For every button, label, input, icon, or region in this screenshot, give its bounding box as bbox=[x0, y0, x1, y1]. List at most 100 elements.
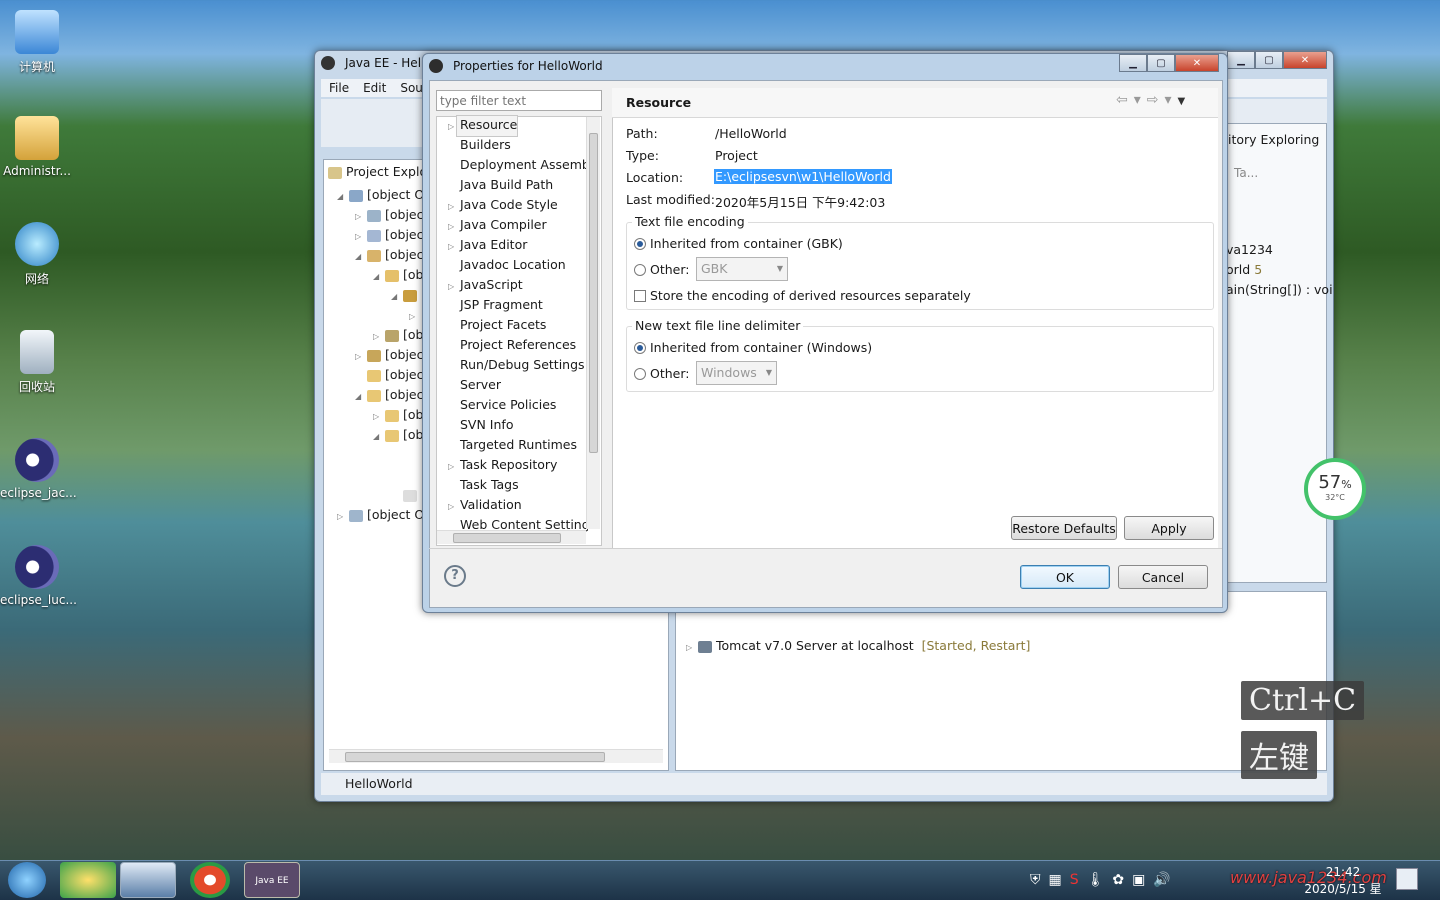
help-icon[interactable]: ? bbox=[444, 565, 466, 587]
sogou-icon[interactable]: S bbox=[1070, 872, 1079, 888]
ok-button[interactable]: OK bbox=[1020, 565, 1110, 589]
desktop-icon-network[interactable]: 网络 bbox=[0, 222, 74, 287]
thermometer-icon[interactable]: 🌡 bbox=[1087, 872, 1105, 888]
desktop-icon-admin[interactable]: Administr... bbox=[0, 116, 74, 178]
cancel-button[interactable]: Cancel bbox=[1118, 565, 1208, 589]
tab-project-explorer[interactable]: Project Explo bbox=[328, 164, 427, 179]
category-javadoc-location[interactable]: Javadoc Location bbox=[448, 255, 588, 275]
encoding-group-title: Text file encoding bbox=[632, 214, 748, 229]
maximize-icon[interactable]: ▢ bbox=[1255, 51, 1283, 69]
menu-source[interactable]: Sou bbox=[400, 79, 423, 97]
properties-icon bbox=[429, 59, 443, 73]
category-server[interactable]: Server bbox=[448, 375, 588, 395]
location-value[interactable]: E:\eclipsesvn\w1\HelloWorld bbox=[714, 169, 892, 184]
store-derived-checkbox[interactable] bbox=[634, 290, 646, 302]
tree-item[interactable]: ▷ bbox=[409, 305, 421, 325]
right-side-pane: itory Exploring Ta... va1234 orld 5 ain(… bbox=[1225, 123, 1333, 583]
start-button-icon[interactable] bbox=[8, 862, 46, 898]
scrollbar-thumb[interactable] bbox=[589, 133, 598, 453]
menu-edit[interactable]: Edit bbox=[363, 79, 386, 97]
filter-input[interactable] bbox=[436, 90, 602, 111]
desktop-icon-label: eclipse_jac... bbox=[0, 486, 77, 500]
scrollbar-thumb[interactable] bbox=[345, 752, 605, 762]
tab-svn-repository[interactable]: itory Exploring bbox=[1228, 132, 1319, 147]
type-label: Type: bbox=[626, 148, 659, 163]
category-jsp-fragment[interactable]: JSP Fragment bbox=[448, 295, 588, 315]
minimize-icon[interactable]: ▁ bbox=[1227, 51, 1255, 69]
shield-icon[interactable]: ⛨ bbox=[1030, 872, 1041, 888]
settings-icon[interactable]: ✿ bbox=[1112, 872, 1124, 888]
category-java-editor[interactable]: ▷ Java Editor bbox=[448, 235, 588, 255]
dialog-minimize-icon[interactable]: ▁ bbox=[1119, 54, 1147, 72]
encoding-other-radio[interactable] bbox=[634, 264, 646, 276]
category-javascript[interactable]: ▷ JavaScript bbox=[448, 275, 588, 295]
notification-icon[interactable] bbox=[1396, 868, 1418, 890]
java-ee-taskbar-icon[interactable]: Java EE bbox=[244, 862, 300, 898]
category-java-build-path[interactable]: Java Build Path bbox=[448, 175, 588, 195]
scrollbar-thumb[interactable] bbox=[453, 533, 561, 543]
taskbar-app-icon[interactable] bbox=[120, 862, 176, 898]
category-java-code-style[interactable]: ▷ Java Code Style bbox=[448, 195, 588, 215]
delimiter-other-select[interactable]: Windows ▼ bbox=[696, 361, 777, 385]
category-resource[interactable]: ▷ Resource bbox=[448, 115, 588, 135]
explorer-horizontal-scrollbar[interactable] bbox=[329, 749, 663, 763]
nav-arrows[interactable]: ⇦▾⇨▾▼ bbox=[1116, 92, 1191, 108]
category-horizontal-scrollbar[interactable] bbox=[437, 530, 586, 544]
category-service-policies[interactable]: Service Policies bbox=[448, 395, 588, 415]
volume-icon[interactable]: 🔊 bbox=[1153, 872, 1170, 888]
category-builders[interactable]: Builders bbox=[448, 135, 588, 155]
dialog-maximize-icon[interactable]: ▢ bbox=[1147, 54, 1175, 72]
key-overlay-mouse: 左键 bbox=[1241, 731, 1317, 779]
desktop-icon-eclipse-jac[interactable]: eclipse_jac... bbox=[0, 438, 77, 500]
menu-file[interactable]: File bbox=[329, 79, 349, 97]
modified-value: 2020年5月15日 下午9:42:03 bbox=[715, 195, 886, 210]
outline-item[interactable]: ain(String[]) : voi bbox=[1226, 282, 1333, 297]
forward-arrow-icon[interactable]: ⇨▾ bbox=[1147, 92, 1178, 108]
network-tray-icon[interactable]: ▣ bbox=[1132, 872, 1145, 888]
tree-item[interactable]: ◢ bbox=[391, 285, 421, 305]
category-task-repository[interactable]: ▷ Task Repository bbox=[448, 455, 588, 475]
category-java-compiler[interactable]: ▷ Java Compiler bbox=[448, 215, 588, 235]
back-arrow-icon[interactable]: ⇦▾ bbox=[1116, 92, 1147, 108]
category-task-tags[interactable]: Task Tags bbox=[448, 475, 588, 495]
chrome-icon[interactable] bbox=[190, 862, 230, 898]
apply-button[interactable]: Apply bbox=[1124, 516, 1214, 540]
gpu-icon[interactable]: ▦ bbox=[1049, 872, 1062, 888]
desktop-icon-computer[interactable]: 计算机 bbox=[0, 10, 74, 75]
project-icon bbox=[349, 189, 363, 202]
outline-item[interactable]: va1234 bbox=[1226, 242, 1273, 257]
eclipse-icon bbox=[15, 545, 59, 589]
taskbar-app-icon[interactable] bbox=[60, 862, 116, 898]
encoding-inherited-radio[interactable] bbox=[634, 238, 646, 250]
location-label: Location: bbox=[626, 170, 684, 185]
clock[interactable]: 21:42 2020/5/15 星期五 bbox=[1300, 864, 1386, 900]
desktop-icon-recycle-bin[interactable]: 回收站 bbox=[0, 330, 74, 395]
encoding-other-select[interactable]: GBK ▼ bbox=[696, 257, 788, 281]
desktop-icon-eclipse-luc[interactable]: eclipse_luc... bbox=[0, 545, 77, 607]
memory-percent: 57 bbox=[1318, 472, 1342, 493]
close-icon[interactable]: ✕ bbox=[1283, 51, 1327, 69]
dialog-titlebar[interactable]: Properties for HelloWorld bbox=[423, 54, 1227, 78]
category-validation[interactable]: ▷ Validation bbox=[448, 495, 588, 515]
category-project-references[interactable]: Project References bbox=[448, 335, 588, 355]
tab-tasks[interactable]: Ta... bbox=[1234, 166, 1258, 180]
server-icon bbox=[698, 640, 712, 653]
folder-icon bbox=[367, 369, 381, 382]
category-svn-info[interactable]: SVN Info bbox=[448, 415, 588, 435]
memory-widget[interactable]: 57% 32°C bbox=[1304, 458, 1366, 520]
server-row[interactable]: ▷ Tomcat v7.0 Server at localhost [Starte… bbox=[686, 638, 1030, 653]
category-deployment-assembly[interactable]: Deployment Assembly bbox=[448, 155, 588, 175]
delimiter-other-label: Other: bbox=[650, 366, 690, 381]
category-project-facets[interactable]: Project Facets bbox=[448, 315, 588, 335]
type-value: Project bbox=[715, 148, 758, 163]
view-menu-icon[interactable]: ▼ bbox=[1178, 96, 1192, 107]
dialog-close-icon[interactable]: ✕ bbox=[1175, 54, 1219, 72]
category-run-debug-settings[interactable]: Run/Debug Settings bbox=[448, 355, 588, 375]
servers-pane: ▷ Tomcat v7.0 Server at localhost [Starte… bbox=[675, 591, 1327, 771]
delimiter-other-radio[interactable] bbox=[634, 368, 646, 380]
category-vertical-scrollbar[interactable] bbox=[586, 117, 600, 529]
category-targeted-runtimes[interactable]: Targeted Runtimes bbox=[448, 435, 588, 455]
restore-defaults-button[interactable]: Restore Defaults bbox=[1011, 516, 1117, 540]
delimiter-inherited-radio[interactable] bbox=[634, 342, 646, 354]
outline-item[interactable]: orld 5 bbox=[1226, 262, 1262, 277]
